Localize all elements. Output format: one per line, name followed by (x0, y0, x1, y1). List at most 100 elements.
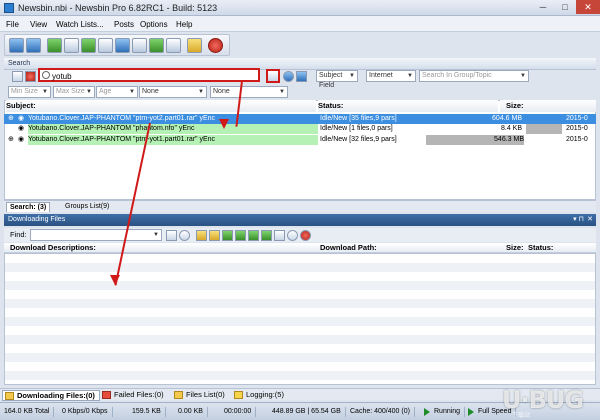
server-select[interactable]: Internet ▼ (366, 70, 416, 82)
folder-icon (5, 392, 14, 400)
table-row[interactable]: ⊕ ◉ Yotubano.Clover.JAP-PHANTOM "ptm-yot… (4, 135, 596, 145)
filter-2-value: None (213, 88, 230, 95)
refresh-icon[interactable] (287, 230, 298, 241)
filter-select-1[interactable]: None ▼ (139, 86, 207, 98)
status-running[interactable]: Running (424, 407, 466, 417)
tab-files-list[interactable]: Files List(0) (172, 390, 229, 401)
close-button[interactable]: ✕ (576, 0, 600, 14)
chevron-down-icon: ▼ (279, 89, 285, 95)
find-input[interactable]: ▼ (30, 229, 162, 241)
download-icon: ◉ (18, 136, 25, 143)
move-up-icon[interactable] (235, 230, 246, 241)
menu-view[interactable]: View (30, 20, 47, 29)
chevron-down-icon: ▼ (42, 89, 48, 95)
save-as-icon[interactable] (26, 38, 41, 53)
result-size: 8.4 KB (500, 125, 522, 132)
window-title: Newsbin.nbi - Newsbin Pro 6.82RC1 - Buil… (18, 3, 218, 13)
col-subject[interactable]: Subject: (6, 100, 316, 112)
network-icon[interactable] (296, 71, 307, 82)
move-down-icon[interactable] (248, 230, 259, 241)
search-input[interactable] (52, 71, 252, 81)
result-date: 2015-0 (566, 136, 588, 143)
tab-downloading-files[interactable]: Downloading Files:(0) (2, 390, 100, 401)
download-columns: Download Descriptions: Download Path: Si… (4, 243, 596, 253)
age-select[interactable]: Age ▼ (96, 86, 138, 98)
search-go-button[interactable] (266, 69, 280, 83)
find-bar: Find: ▼ (4, 228, 596, 242)
result-subject: Yotubano.Clover.JAP-PHANTOM "phantom.nfo… (28, 124, 318, 134)
menu-help[interactable]: Help (176, 20, 192, 29)
monitor-icon[interactable] (81, 38, 96, 53)
pause-icon[interactable] (274, 230, 285, 241)
power-icon[interactable] (208, 38, 223, 53)
server-value: Internet (369, 72, 393, 79)
menu-posts[interactable]: Posts (114, 20, 134, 29)
result-size: 546.3 MB (426, 135, 524, 145)
refresh-icon[interactable] (47, 38, 62, 53)
find-label: Find: (10, 230, 27, 239)
search-tabs: Search: (3) Groups List(9) (4, 200, 596, 212)
min-size-select[interactable]: Min Size ▼ (8, 86, 51, 98)
watermark-sub: 下载站 (512, 413, 531, 419)
tab-logging[interactable]: Logging:(5) (232, 390, 288, 401)
chevron-down-icon: ▼ (407, 73, 413, 79)
result-date: 2015-0 (566, 125, 588, 132)
radioactive-icon[interactable] (196, 230, 207, 241)
search-input-wrapper (38, 68, 260, 82)
col-download-path[interactable]: Download Path: (320, 243, 377, 253)
col-download-status[interactable]: Status: (528, 243, 553, 253)
menu-watch-lists[interactable]: Watch Lists... (56, 20, 104, 29)
col-download-descriptions[interactable]: Download Descriptions: (10, 243, 96, 253)
clock-icon[interactable] (283, 71, 294, 82)
clock-icon[interactable] (179, 230, 190, 241)
max-size-select[interactable]: Max Size ▼ (53, 86, 95, 98)
filter-icon[interactable] (132, 38, 147, 53)
menu-bar: File View Watch Lists... Posts Options H… (0, 16, 600, 32)
close-icon[interactable]: ✕ (587, 214, 593, 226)
chevron-down-icon: ▼ (153, 232, 159, 238)
server-icon[interactable] (149, 38, 164, 53)
minimize-button[interactable]: ─ (532, 0, 554, 14)
tab-search[interactable]: Search: (3) (6, 202, 51, 212)
save-icon[interactable] (9, 38, 24, 53)
maximize-button[interactable]: □ (554, 0, 576, 14)
list-icon[interactable] (166, 38, 181, 53)
chevron-down-icon: ▼ (129, 89, 135, 95)
search-icon[interactable] (115, 38, 130, 53)
chevron-down-icon: ▼ (520, 73, 526, 79)
status-total: 164.0 KB Total (4, 407, 55, 417)
table-row[interactable]: ⊕ ◉ Yotubano.Clover.JAP-PHANTOM "ptm-yot… (4, 114, 596, 124)
result-size: 604.6 MB (492, 115, 522, 122)
new-search-icon[interactable] (12, 71, 23, 82)
magnifier-icon (42, 71, 50, 79)
table-row[interactable]: ◉ Yotubano.Clover.JAP-PHANTOM "phantom.n… (4, 124, 596, 134)
lock-icon[interactable] (187, 38, 202, 53)
delete-icon[interactable] (300, 230, 311, 241)
col-status[interactable]: Status: (318, 100, 498, 112)
search-icon[interactable] (166, 230, 177, 241)
tab-groups-list[interactable]: Groups List(9) (62, 202, 112, 212)
col-download-size[interactable]: Size: (506, 243, 524, 253)
move-top-icon[interactable] (222, 230, 233, 241)
tab-failed-files-label: Failed Files:(0) (114, 390, 164, 399)
download-icon: ◉ (18, 115, 25, 122)
subject-field-value: Subject Field (319, 72, 343, 89)
gear-icon[interactable] (98, 38, 113, 53)
group-topic-select[interactable]: Search In Group/Topic ▼ (419, 70, 529, 82)
status-remaining: 0.00 KB (178, 407, 208, 417)
result-date: 2015-0 (566, 115, 588, 122)
menu-file[interactable]: File (6, 20, 19, 29)
status-downloaded: 159.5 KB (132, 407, 166, 417)
failed-icon (102, 391, 111, 399)
filter-select-2[interactable]: None ▼ (210, 86, 288, 98)
import-icon[interactable] (64, 38, 79, 53)
subject-field-select[interactable]: Subject Field ▼ (316, 70, 358, 89)
warning-icon[interactable] (209, 230, 220, 241)
result-subject: Yotubano.Clover.JAP-PHANTOM "ptm-yot1.pa… (28, 135, 318, 145)
tab-failed-files[interactable]: Failed Files:(0) (100, 390, 168, 401)
col-size[interactable]: Size: (500, 100, 596, 112)
move-bottom-icon[interactable] (261, 230, 272, 241)
stop-search-icon[interactable] (25, 71, 36, 82)
pin-icon[interactable]: ▾ ⊓ (573, 214, 584, 226)
menu-options[interactable]: Options (140, 20, 168, 29)
